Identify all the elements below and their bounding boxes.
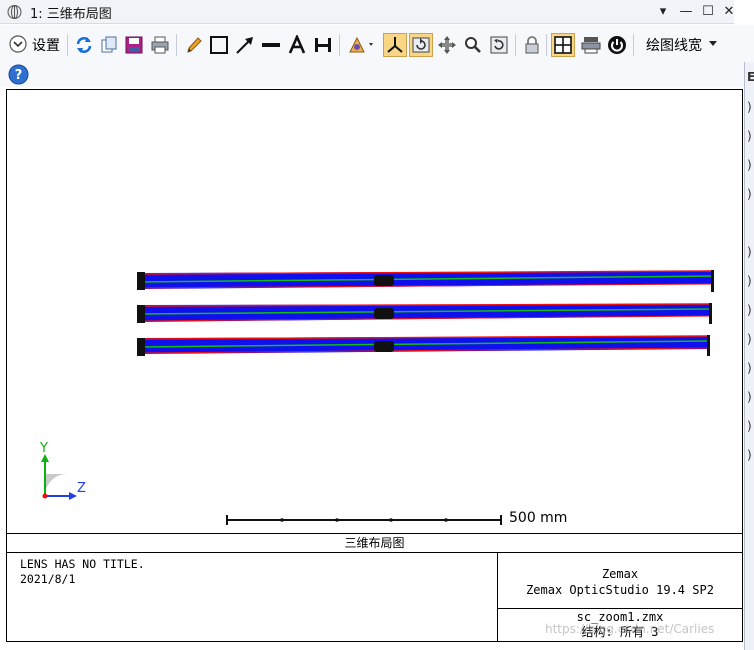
chevron-down-circle-icon [9,35,27,53]
save-button[interactable] [123,34,145,56]
grid-icon [554,36,572,54]
help-button[interactable]: ? [7,63,29,85]
svg-text:?: ? [14,68,22,83]
dimension-button[interactable] [312,34,334,56]
side-panel-cell: ) [747,390,752,404]
settings-label[interactable]: 设置 [32,35,60,55]
pan-button[interactable] [436,34,458,56]
copy-button[interactable] [98,34,120,56]
app-lens-icon [7,5,22,19]
pan-icon [438,36,456,54]
toolbar-divider [515,34,516,56]
text-button[interactable] [286,34,308,56]
power-icon [608,36,626,54]
scale-bar-label: 500 mm [509,510,568,526]
maximize-button[interactable]: ☐ [699,3,717,21]
dimension-icon [315,38,331,52]
toolbar-divider [339,34,340,56]
side-panel-header: E [747,70,754,84]
copy-icon [101,36,117,53]
layout-canvas[interactable]: Y Z [7,90,742,533]
arrow-icon [236,37,253,54]
line-icon [262,43,280,47]
text-icon [288,35,306,54]
reset-view-button[interactable] [409,33,433,57]
axis-triad: Y Z [39,441,86,500]
refresh-icon [76,37,92,53]
toolbar-divider [176,34,177,56]
close-button[interactable]: ✕ [720,3,738,21]
axis-y-label: Y [39,441,48,456]
zoom-icon [465,37,481,53]
rotate-view-button[interactable] [346,34,376,56]
axis-z-label: Z [77,481,86,496]
side-panel-cell: ) [747,361,752,375]
line-button[interactable] [260,34,282,56]
software-vendor: Zemax [601,567,639,581]
layers-button[interactable] [580,34,602,56]
minimize-button[interactable]: — [677,3,695,21]
layout-plot[interactable]: Y Z 500 mm 三维布局图 LENS HAS NO TITLE. 2021… [6,89,743,642]
grid-button[interactable] [551,33,575,57]
side-panel-cell: ) [747,448,752,462]
side-panel-cell: ) [747,158,752,172]
lock-button[interactable] [521,34,543,56]
toolbar-divider [546,34,547,56]
save-icon [125,36,143,54]
info-divider [497,608,742,609]
zoom-button[interactable] [462,34,484,56]
side-panel-cell: ) [747,332,752,346]
watermark: https://blog.csdn.net/Carlies [545,622,715,636]
layers-icon [581,37,601,54]
rectangle-button[interactable] [208,34,230,56]
lens-date: 2021/8/1 [20,572,76,586]
pencil-icon [187,37,202,53]
help-icon: ? [8,64,28,84]
side-panel-cell: ) [747,100,752,114]
window-menu-button[interactable]: ▾ [654,3,672,21]
line-width-dropdown[interactable]: 绘图线宽 [646,35,702,55]
reset-view-icon [412,37,430,53]
window-titlebar: 1: 三维布局图 ▾ — ☐ ✕ [0,0,734,24]
undo-zoom-icon [490,36,508,54]
axes-button[interactable] [383,33,407,57]
lens-title: LENS HAS NO TITLE. [20,557,145,571]
toolbar-divider [67,34,68,56]
arrow-button[interactable] [234,34,256,56]
axes-icon [387,37,403,53]
side-panel-cell: ) [747,187,752,201]
toolbar: 设置 绘图线宽 ? [0,25,754,87]
side-panel-cell: ) [747,274,752,288]
ray-bundle-config-2 [137,303,712,324]
refresh-button[interactable] [73,34,95,56]
side-panel-cell: ) [747,129,752,143]
software-info: Zemax Zemax OpticStudio 19.4 SP2 [498,566,742,598]
scale-bar [226,515,502,525]
side-panel-cell: ) [747,419,752,433]
side-panel: E ) ) ) ) ) ) ) ) ) ) ) ) [744,62,754,650]
rotate-view-icon [349,36,373,53]
print-button[interactable] [149,34,171,56]
side-panel-cell: ) [747,245,752,259]
lock-icon [525,36,539,54]
print-icon [151,36,169,54]
ray-bundle-config-3 [137,335,710,356]
lens-info: LENS HAS NO TITLE. 2021/8/1 [20,557,145,587]
settings-button[interactable] [7,33,29,55]
undo-zoom-button[interactable] [488,34,510,56]
ray-bundle-config-1 [137,270,714,292]
software-version: Zemax OpticStudio 19.4 SP2 [526,583,714,597]
pencil-button[interactable] [183,34,205,56]
plot-caption: 三维布局图 [7,533,742,553]
window-title: 1: 三维布局图 [30,7,112,22]
chevron-down-icon [709,41,717,46]
side-panel-cell: ) [747,303,752,317]
toolbar-divider [633,34,634,56]
rectangle-icon [210,36,228,54]
power-button[interactable] [606,34,628,56]
